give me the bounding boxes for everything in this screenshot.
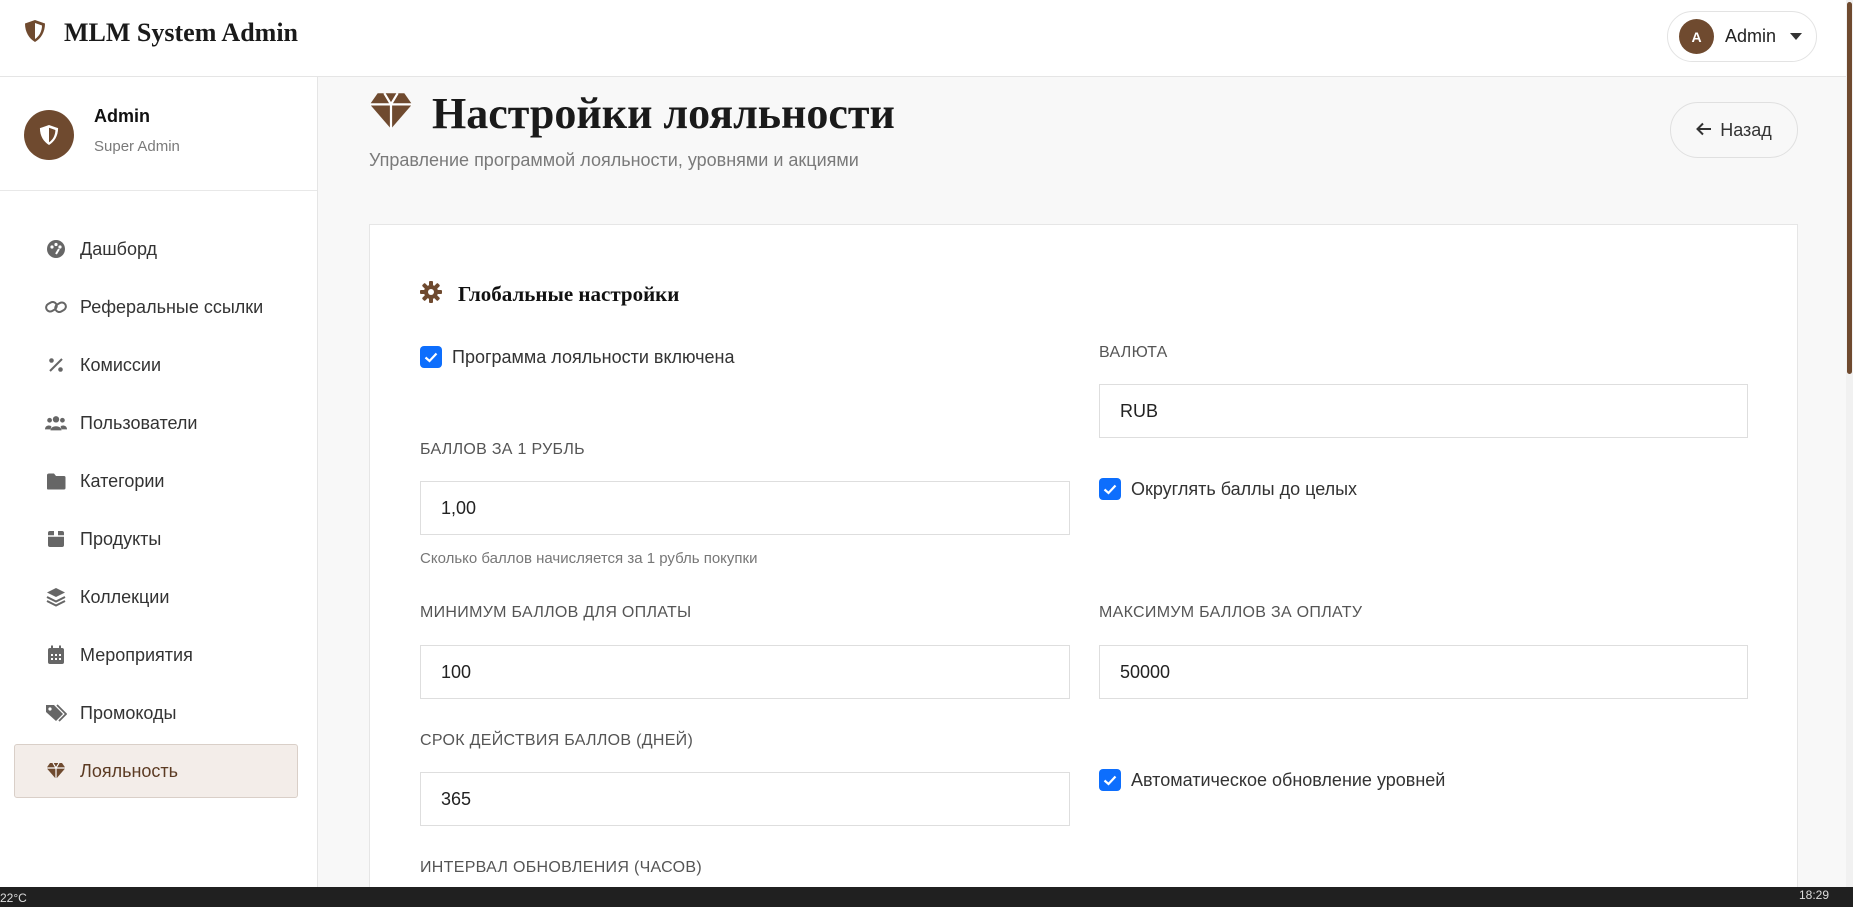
sidebar-item-commissions[interactable]: Комиссии [14, 338, 298, 392]
sidebar-profile: Admin Super Admin [0, 77, 317, 191]
sidebar-item-label: Продукты [80, 528, 162, 549]
user-menu-dropdown[interactable]: A Admin [1667, 11, 1817, 62]
sidebar-item-label: Категории [80, 470, 165, 491]
sidebar-item-events[interactable]: Мероприятия [14, 628, 298, 682]
sidebar-item-label: Пользователи [80, 412, 198, 433]
page-subtitle: Управление программой лояльности, уровня… [369, 150, 859, 170]
sidebar-item-label: Комиссии [80, 354, 162, 375]
max-points-input[interactable] [1099, 645, 1748, 699]
points-per-ruble-label: БАЛЛОВ ЗА 1 РУБЛЬ [420, 441, 585, 458]
page-header: Настройки лояльности [368, 88, 895, 139]
section-title-text: Глобальные настройки [458, 282, 680, 306]
round-points-checkbox[interactable] [1099, 478, 1121, 500]
sidebar-item-label: Реферальные ссылки [80, 296, 264, 317]
profile-name: Admin [94, 106, 150, 126]
top-navbar: MLM System Admin A Admin [0, 0, 1853, 77]
back-button-label: Назад [1720, 119, 1772, 140]
brand-title: MLM System Admin [64, 18, 298, 47]
update-interval-label: ИНТЕРВАЛ ОБНОВЛЕНИЯ (ЧАСОВ) [420, 859, 703, 876]
check-icon [424, 352, 438, 363]
min-points-input[interactable] [420, 645, 1070, 699]
sidebar-item-label: Лояльность [80, 760, 179, 781]
sidebar-item-users[interactable]: Пользователи [14, 396, 298, 450]
section-title: Глобальные настройки [420, 281, 679, 308]
sidebar-item-label: Мероприятия [80, 644, 193, 665]
scrollbar-thumb[interactable] [1847, 2, 1852, 374]
page-title: Настройки лояльности [432, 89, 895, 138]
sidebar-item-products[interactable]: Продукты [14, 512, 298, 566]
sidebar-item-label: Промокоды [80, 702, 177, 723]
clock-time: 18:29 [1798, 888, 1829, 902]
sidebar-item-label: Дашборд [80, 238, 158, 259]
points-expiry-input[interactable] [420, 772, 1070, 826]
users-icon [45, 412, 67, 434]
gem-icon [368, 91, 414, 136]
global-settings-card: Глобальные настройки Программа лояльност… [369, 224, 1798, 907]
brand[interactable]: MLM System Admin [24, 18, 298, 48]
sidebar-item-dashboard[interactable]: Дашборд [14, 222, 298, 276]
check-icon [1103, 775, 1117, 786]
shield-icon [39, 125, 59, 145]
user-avatar: A [1679, 19, 1714, 54]
chevron-down-icon [1790, 33, 1803, 40]
layers-icon [45, 586, 67, 608]
round-points-row: Округлять баллы до целых [1099, 478, 1357, 500]
min-points-label: МИНИМУМ БАЛЛОВ ДЛЯ ОПЛАТЫ [420, 604, 692, 621]
sidebar-item-collections[interactable]: Коллекции [14, 570, 298, 624]
check-icon [1103, 484, 1117, 495]
currency-input[interactable] [1099, 384, 1748, 438]
arrow-left-icon [1696, 120, 1712, 141]
page-scrollbar[interactable] [1846, 0, 1853, 887]
gear-icon [420, 281, 442, 308]
currency-label: ВАЛЮТА [1099, 344, 1168, 361]
auto-update-checkbox[interactable] [1099, 769, 1121, 791]
loyalty-enabled-row: Программа лояльности включена [420, 346, 735, 368]
profile-role: Super Admin [94, 138, 180, 155]
folder-icon [45, 470, 67, 492]
sidebar-item-referral-links[interactable]: Реферальные ссылки [14, 280, 298, 334]
gem-icon [45, 760, 67, 782]
os-taskbar: 22°C 18:29 [0, 887, 1853, 907]
auto-update-row: Автоматическое обновление уровней [1099, 769, 1445, 791]
sidebar-item-label: Коллекции [80, 586, 170, 607]
sidebar-item-loyalty[interactable]: Лояльность [14, 744, 298, 798]
user-name: Admin [1725, 26, 1777, 46]
max-points-label: МАКСИМУМ БАЛЛОВ ЗА ОПЛАТУ [1099, 604, 1363, 621]
sidebar-nav: Дашборд Реферальные ссылки Комиссии Поль… [14, 222, 298, 802]
points-per-ruble-help: Сколько баллов начисляется за 1 рубль по… [420, 550, 758, 567]
profile-avatar [24, 110, 74, 160]
link-icon [45, 296, 67, 318]
sidebar-item-categories[interactable]: Категории [14, 454, 298, 508]
points-per-ruble-input[interactable] [420, 481, 1070, 535]
sidebar-item-promocodes[interactable]: Промокоды [14, 686, 298, 740]
palette-icon [45, 238, 67, 260]
shield-icon [24, 19, 46, 48]
loyalty-enabled-checkbox[interactable] [420, 346, 442, 368]
box-icon [45, 528, 67, 550]
round-points-label: Округлять баллы до целых [1131, 478, 1358, 499]
tags-icon [45, 702, 67, 724]
auto-update-label: Автоматическое обновление уровней [1131, 769, 1446, 790]
calendar-icon [45, 644, 67, 666]
loyalty-enabled-label: Программа лояльности включена [452, 346, 735, 367]
back-button[interactable]: Назад [1670, 102, 1798, 158]
weather-temp: 22°C [0, 891, 27, 905]
sidebar: Admin Super Admin Дашборд Реферальные сс… [0, 77, 318, 887]
points-expiry-label: СРОК ДЕЙСТВИЯ БАЛЛОВ (ДНЕЙ) [420, 732, 694, 749]
percent-icon [45, 354, 67, 376]
